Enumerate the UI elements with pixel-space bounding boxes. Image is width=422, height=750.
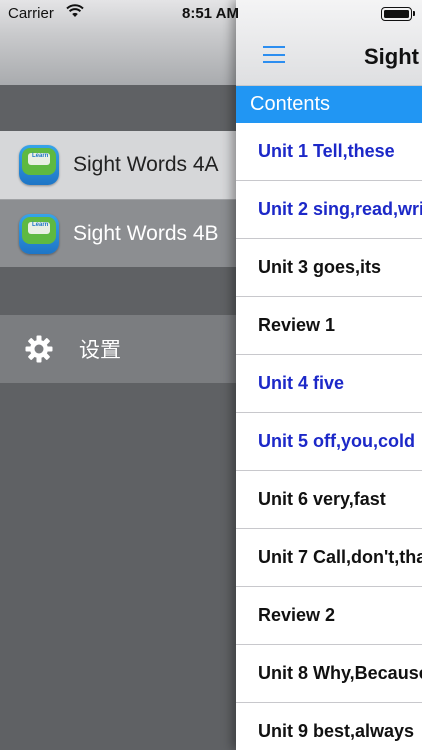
menu-item-label: Sight Words 4B — [73, 221, 219, 245]
list-item[interactable]: Unit 1 Tell,these — [236, 123, 422, 181]
contents-header: Contents — [236, 86, 422, 123]
app-icon: Learn — [19, 145, 59, 185]
list-item[interactable]: Review 2 — [236, 587, 422, 645]
unit-label: Unit 6 very,fast — [258, 489, 386, 509]
page-title: Sight Words 4A — [364, 44, 422, 69]
list-item[interactable]: Unit 5 off,you,cold — [236, 413, 422, 471]
carrier-label: Carrier — [8, 5, 54, 22]
clock: 8:51 AM — [182, 5, 239, 22]
list-item[interactable]: Unit 8 Why,Because — [236, 645, 422, 703]
app-icon-text: Learn — [32, 153, 49, 159]
unit-label: Unit 8 Why,Because — [258, 663, 422, 683]
unit-label: Unit 7 Call,don't,thank — [258, 547, 422, 567]
battery-icon — [381, 7, 415, 21]
hamburger-icon[interactable] — [263, 46, 285, 63]
contents-header-label: Contents — [250, 93, 331, 115]
list-item[interactable]: Unit 9 best,always — [236, 703, 422, 750]
list-item[interactable]: Unit 6 very,fast — [236, 471, 422, 529]
unit-label: Review 1 — [258, 315, 336, 335]
unit-label: Unit 1 Tell,these — [258, 141, 395, 161]
app-icon-text: Learn — [32, 221, 49, 228]
app-icon: Learn — [19, 213, 59, 254]
status-bar: Carrier 8:51 AM — [0, 0, 422, 28]
unit-label: Unit 2 sing,read,write — [258, 199, 422, 219]
list-item[interactable]: Review 1 — [236, 297, 422, 355]
menu-item-label: 设置 — [79, 339, 121, 362]
list-item[interactable]: Unit 2 sing,read,write — [236, 181, 422, 239]
wifi-icon — [66, 4, 84, 22]
unit-label: Unit 3 goes,its — [258, 257, 382, 277]
gear-icon — [24, 334, 54, 364]
unit-label: Unit 9 best,always — [258, 721, 415, 741]
unit-label: Review 2 — [258, 605, 336, 625]
list-item[interactable]: Unit 7 Call,don't,thank — [236, 529, 422, 587]
menu-item-label: Sight Words 4A — [73, 153, 219, 176]
unit-list: Unit 1 Tell,these Unit 2 sing,read,write… — [236, 123, 422, 750]
list-item[interactable]: Unit 4 five — [236, 355, 422, 413]
main-panel: Sight Words 4A Contents Unit 1 Tell,thes… — [236, 0, 422, 750]
list-item[interactable]: Unit 3 goes,its — [236, 239, 422, 297]
unit-label: Unit 4 five — [258, 373, 345, 393]
unit-label: Unit 5 off,you,cold — [258, 431, 415, 451]
